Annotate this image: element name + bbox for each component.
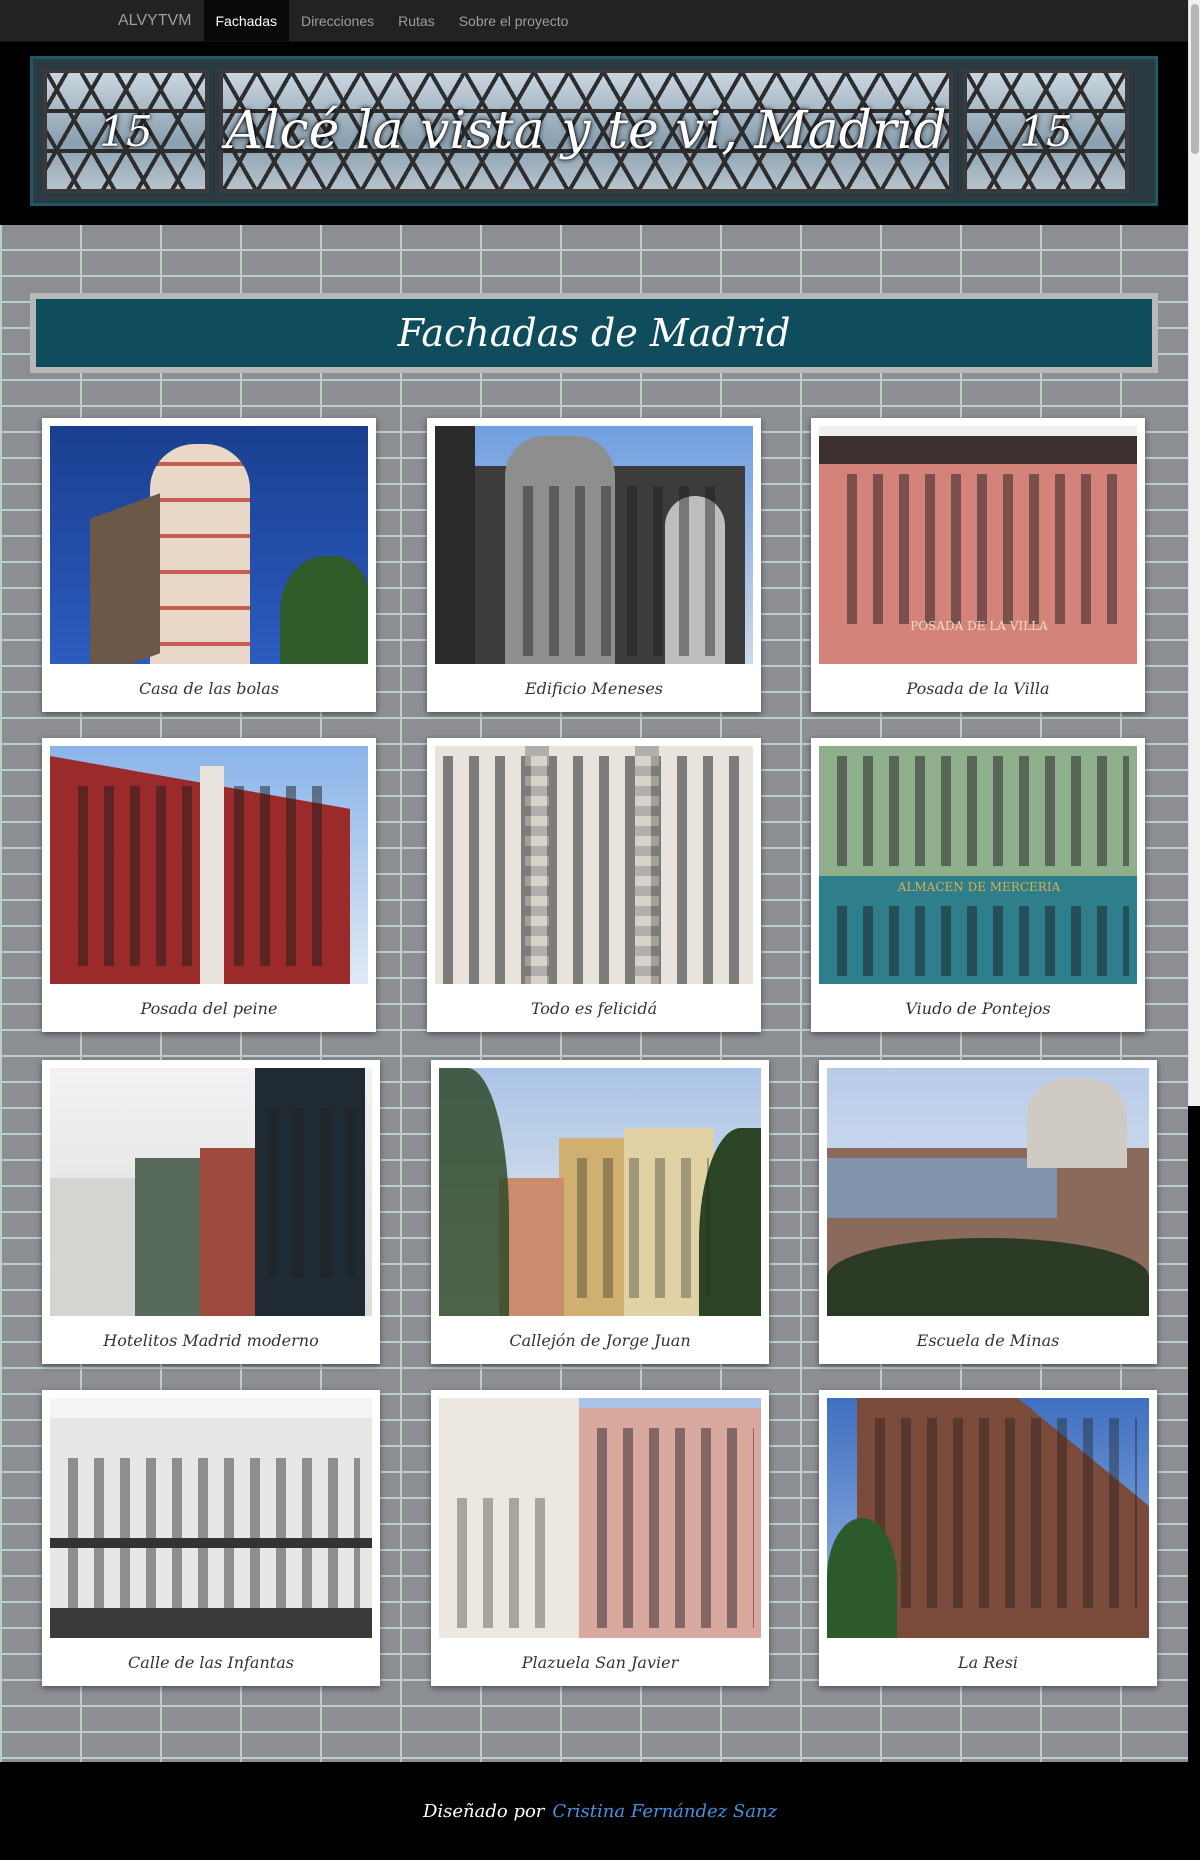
nav-item-fachadas[interactable]: Fachadas	[203, 0, 289, 41]
facade-caption: Edificio Meneses	[524, 678, 664, 698]
facade-card[interactable]: Callejón de Jorge Juan	[431, 1060, 769, 1364]
facade-card[interactable]: Edificio Meneses	[427, 418, 761, 712]
facade-photo[interactable]	[50, 746, 368, 984]
facade-caption: Posada de la Villa	[906, 678, 1050, 698]
banner-left-number: 15	[99, 106, 153, 156]
facade-card[interactable]: Escuela de Minas	[819, 1060, 1157, 1364]
facade-photo[interactable]	[827, 1068, 1149, 1316]
facade-card[interactable]: Hotelitos Madrid moderno	[42, 1060, 380, 1364]
facade-caption: Casa de las bolas	[138, 678, 280, 698]
banner-title: Alcé la vista y te vi, Madrid	[225, 101, 947, 161]
facade-photo[interactable]	[50, 426, 368, 664]
facade-caption: Escuela de Minas	[916, 1330, 1060, 1350]
posada-sign: POSADA DE LA VILLA	[910, 619, 1048, 633]
facade-photo[interactable]	[50, 1068, 372, 1316]
nav-item-direcciones[interactable]: Direcciones	[289, 0, 386, 41]
facade-photo[interactable]	[435, 746, 753, 984]
footer-author-link[interactable]: Cristina Fernández Sanz	[552, 1801, 777, 1822]
scrollbar[interactable]	[1188, 0, 1200, 1106]
facade-card[interactable]: La Resi	[819, 1390, 1157, 1686]
facade-caption: Calle de las Infantas	[128, 1652, 294, 1672]
banner-right-number: 15	[1019, 106, 1073, 156]
facade-caption: Viudo de Pontejos	[905, 998, 1051, 1018]
scrollbar-thumb[interactable]	[1191, 4, 1199, 154]
nav-item-sobre[interactable]: Sobre el proyecto	[447, 0, 581, 41]
facade-caption: Posada del peine	[140, 998, 278, 1018]
footer: Diseñado por Cristina Fernández Sanz	[0, 1762, 1200, 1860]
nav-item-rutas[interactable]: Rutas	[386, 0, 447, 41]
facade-caption: Callejón de Jorge Juan	[509, 1330, 691, 1350]
facade-card[interactable]: ALMACEN DE MERCERIA Viudo de Pontejos	[811, 738, 1145, 1032]
facade-card[interactable]: Posada del peine	[42, 738, 376, 1032]
banner-right-panel: 15	[963, 69, 1129, 193]
facade-card[interactable]: Plazuela San Javier	[431, 1390, 769, 1686]
footer-prefix: Diseñado por	[422, 1800, 545, 1822]
facade-caption: Plazuela San Javier	[521, 1652, 679, 1672]
facade-card[interactable]: Calle de las Infantas	[42, 1390, 380, 1686]
facade-photo[interactable]	[439, 1068, 761, 1316]
facade-card[interactable]: POSADA DE LA VILLA Posada de la Villa	[811, 418, 1145, 712]
facade-card[interactable]: Todo es felicidá	[427, 738, 761, 1032]
facade-card[interactable]: Casa de las bolas	[42, 418, 376, 712]
brand-link[interactable]: ALVYTVM	[0, 0, 204, 41]
facade-photo[interactable]	[50, 1398, 372, 1638]
facade-caption: Todo es felicidá	[530, 998, 658, 1018]
top-navbar: ALVYTVM Fachadas Direcciones Rutas Sobre…	[0, 0, 1188, 42]
page-title: Fachadas de Madrid	[36, 299, 1152, 367]
page-heading-frame: Fachadas de Madrid	[30, 293, 1158, 373]
banner-title-panel: Alcé la vista y te vi, Madrid	[219, 69, 953, 193]
header: 15 Alcé la vista y te vi, Madrid 15	[0, 42, 1188, 225]
almacen-sign: ALMACEN DE MERCERIA	[897, 880, 1061, 894]
facade-photo[interactable]	[435, 426, 753, 664]
facade-photo[interactable]	[439, 1398, 761, 1638]
banner-left-panel: 15	[43, 69, 209, 193]
main-content: Fachadas de Madrid Casa de las bolas Edi…	[0, 225, 1188, 1762]
facade-photo[interactable]: POSADA DE LA VILLA	[819, 426, 1137, 664]
banner: 15 Alcé la vista y te vi, Madrid 15	[30, 56, 1158, 206]
facade-photo[interactable]	[827, 1398, 1149, 1638]
facade-caption: Hotelitos Madrid moderno	[103, 1330, 319, 1350]
facade-caption: La Resi	[957, 1652, 1019, 1672]
facade-photo[interactable]: ALMACEN DE MERCERIA	[819, 746, 1137, 984]
